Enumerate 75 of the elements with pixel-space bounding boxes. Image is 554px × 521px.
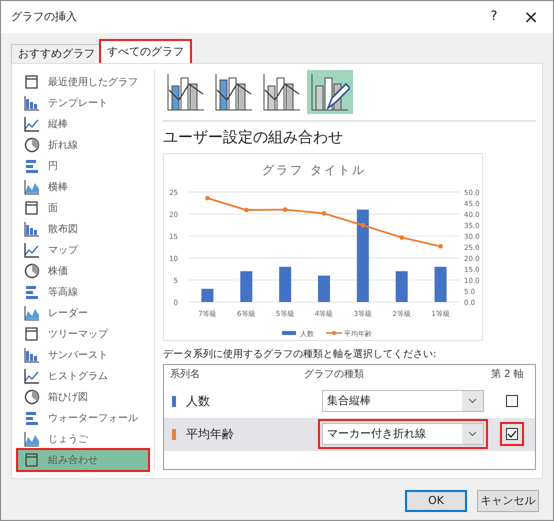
sidebar-item[interactable]: サンバースト [18,345,148,365]
checkbox[interactable] [506,428,518,440]
bar [396,270,408,302]
legend-swatch [326,330,342,334]
close-button[interactable]: × [509,4,553,30]
chart-type-dropdown[interactable]: マーカー付き折れ線 [322,423,484,445]
checkmark-icon [506,430,516,438]
sidebar-item[interactable]: テンプレート [18,93,148,113]
dialog-button[interactable]: キャンセル [477,490,539,512]
chart-type-icon [24,452,40,468]
series-name: 平均年齢 [186,426,234,443]
sidebar-item[interactable]: ヒストグラム [18,366,148,386]
chart-pencil-icon [310,72,350,112]
chart-type-icon [24,95,40,111]
chart-subtype-button[interactable] [307,70,353,114]
column-header: 系列名 [169,368,201,382]
sidebar-item[interactable]: 箱ひげ図 [18,387,148,407]
sidebar-item[interactable]: 面 [18,198,148,218]
sidebar-item[interactable]: 横棒 [18,177,148,197]
chart-type-icon [24,137,40,153]
section-heading: ユーザー設定の組み合わせ [163,127,344,148]
chart-title: グラフ タイトル [262,162,366,176]
chevron-down-icon [462,391,483,411]
help-button[interactable]: ? [479,7,509,27]
sidebar-item[interactable]: じょうご [18,429,148,449]
sidebar-item[interactable]: ウォーターフォール [18,408,148,428]
sidebar-item[interactable]: ツリーマップ [18,324,148,344]
chart-type-dropdown[interactable]: 集合縦棒 [322,390,484,412]
sidebar-item[interactable]: 折れ線 [18,135,148,155]
sidebar-item[interactable]: 等高線 [18,282,148,302]
chart-type-icon [24,284,40,300]
chart-type-icon [24,347,40,363]
series-name: 人数 [186,393,210,410]
dialog-button[interactable]: OK [405,490,467,512]
sidebar-item[interactable]: マップ [18,240,148,260]
chart-type-icon [24,326,40,342]
chart-type-icon [24,74,40,90]
column-header: グラフの種類 [304,368,365,382]
combo-chart-icon [262,72,302,112]
bar [201,288,214,302]
legend-swatch [282,330,296,334]
chart-type-icon [24,410,40,426]
combo-chart-icon [166,72,206,112]
series-row[interactable]: 平均年齢 マーカー付き折れ線 [164,418,535,450]
chart-type-icon [24,368,40,384]
chart-type-icon [24,116,40,132]
sidebar-item[interactable]: 散布図 [18,219,148,239]
checkbox[interactable] [506,395,518,407]
bar [318,275,330,302]
instruction-text: データ系列に使用するグラフの種類と軸を選択してください: [163,348,438,362]
window-title: グラフの挿入 [11,8,78,25]
tab[interactable]: おすすめグラフ [11,44,101,63]
chart-type-icon [24,221,40,237]
bar [279,266,292,302]
sidebar-item[interactable]: 円 [18,156,148,176]
chart-type-icon [24,242,40,258]
chart-type-icon [24,200,40,216]
chart-type-icon [24,389,40,405]
chart-type-icon [24,305,40,321]
sidebar-item[interactable]: レーダー [18,303,148,323]
chevron-down-icon [462,424,483,444]
column-header: 第 2 軸 [491,368,525,382]
bar [434,266,447,302]
chart-type-icon [24,431,40,447]
tab[interactable]: すべてのグラフ [101,41,190,63]
chart-type-icon [24,158,40,174]
sidebar-item[interactable]: 最近使用したグラフ [18,72,148,92]
sidebar-item[interactable]: 組み合わせ [18,450,148,470]
sidebar-item[interactable]: 縦棒 [18,114,148,134]
sidebar-item[interactable]: 株価 [18,261,148,281]
combo-chart-icon [214,72,254,112]
chart-type-icon [24,263,40,279]
series-row[interactable]: 人数 集合縦棒 [164,384,535,418]
chart-type-icon [24,179,40,195]
bar [240,270,252,302]
